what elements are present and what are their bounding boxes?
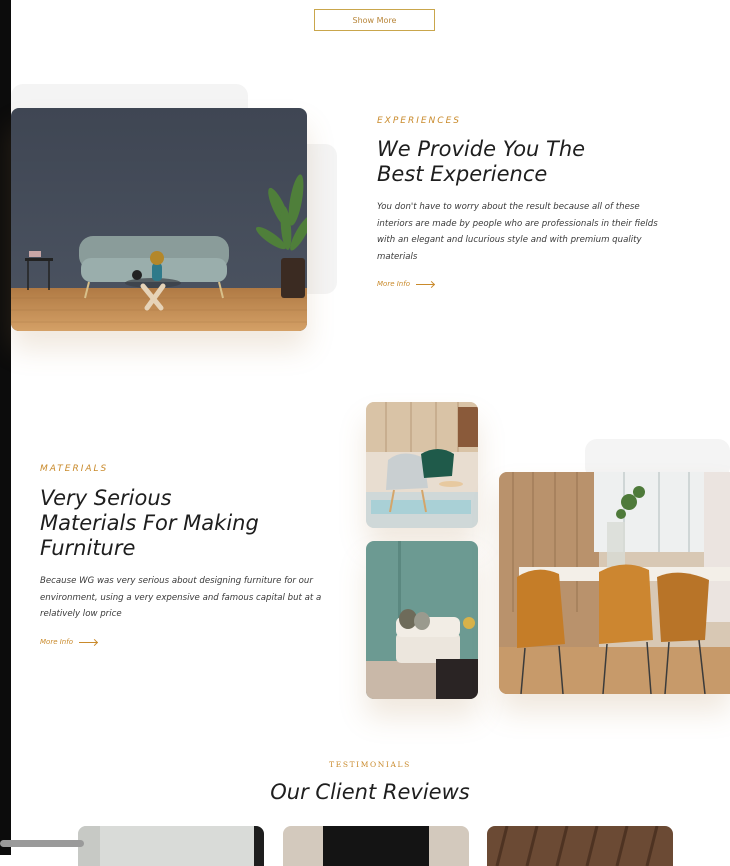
arrow-right-icon: [415, 283, 434, 285]
left-edge-bar: [0, 0, 11, 855]
description-line: Because WG was very serious about design…: [40, 576, 313, 586]
heading-line: Furniture: [40, 536, 136, 560]
horizontal-scrollbar[interactable]: [0, 840, 84, 847]
testimonials-title: Our Client Reviews: [270, 780, 470, 804]
section-eyebrow: EXPERIENCES: [377, 116, 461, 126]
description-line: interiors are made by people who are pro…: [377, 218, 658, 229]
arrow-right-icon: [78, 641, 97, 643]
review-card[interactable]: [487, 826, 673, 866]
description-line: materials: [377, 251, 418, 262]
living-room-image: [11, 108, 307, 331]
section-heading: We Provide You The Best Experience: [377, 137, 585, 187]
more-info-link[interactable]: More Info: [40, 638, 97, 646]
section-description: Because WG was very serious about design…: [40, 573, 340, 623]
testimonials-eyebrow: TESTIMONIALS: [329, 760, 411, 769]
show-more-button[interactable]: Show More: [314, 9, 435, 31]
teal-room-image: [366, 541, 478, 699]
dining-room-image: [499, 472, 730, 694]
description-line: with an elegant and lucurious style and …: [377, 235, 642, 245]
section-description: You don't have to worry about the result…: [377, 199, 677, 265]
description-line: relatively low price: [40, 609, 122, 619]
heading-line: We Provide You The: [377, 137, 586, 161]
more-info-link[interactable]: More Info: [377, 280, 434, 288]
section-heading: Very Serious Materials For Making Furnit…: [40, 486, 259, 561]
description-line: You don't have to worry about the result…: [377, 202, 640, 212]
review-card[interactable]: [283, 826, 469, 866]
review-card[interactable]: [78, 826, 264, 866]
heading-line: Best Experience: [377, 162, 548, 186]
heading-line: Materials For Making: [40, 511, 259, 535]
heading-line: Very Serious: [40, 486, 172, 510]
lounge-chair-image: [366, 402, 478, 528]
more-info-label: More Info: [377, 280, 410, 288]
section-eyebrow: MATERIALS: [40, 464, 109, 474]
more-info-label: More Info: [40, 638, 73, 646]
description-line: environment, using a very expensive and …: [40, 592, 322, 603]
